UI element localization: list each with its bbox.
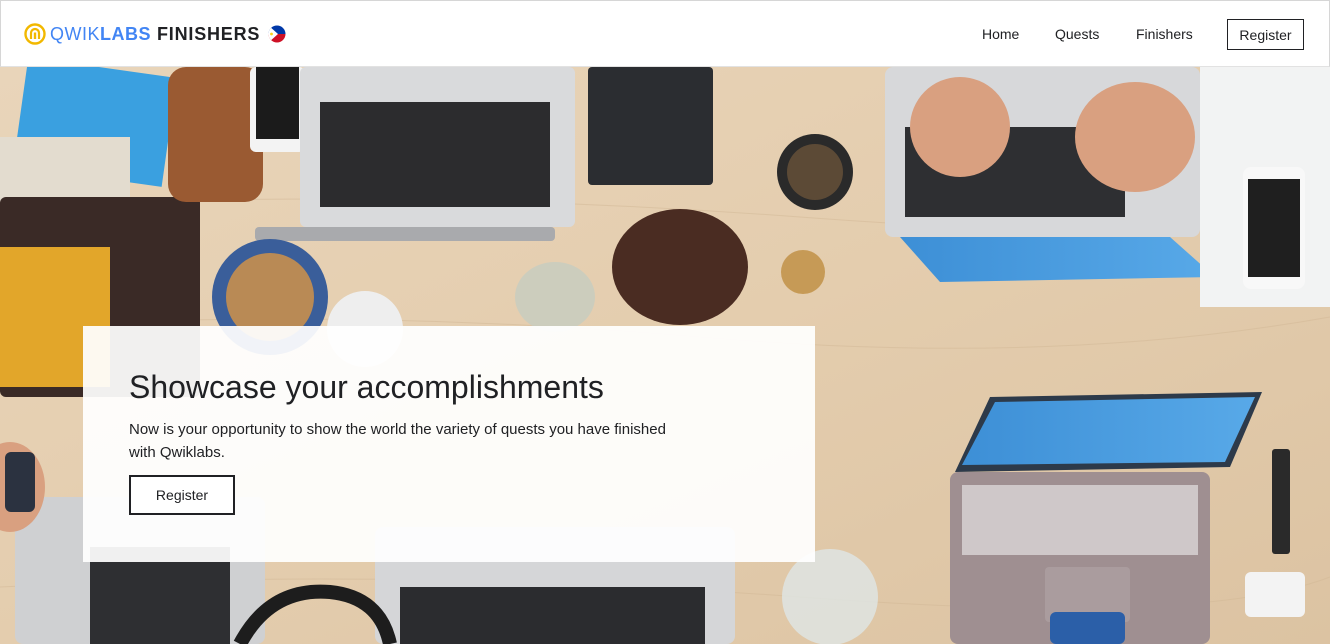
hero-register-button[interactable]: Register [129,475,235,515]
hero-description: Now is your opportunity to show the worl… [129,421,666,461]
top-navbar: QWIK LABS FINISHERS Home Quests Finisher… [0,0,1330,67]
nav-home-link[interactable]: Home [982,26,1019,42]
hero-section: Showcase your accomplishments Now is you… [0,67,1330,644]
hero-title: Showcase your accomplishments [129,369,604,405]
nav-register-button[interactable]: Register [1227,19,1304,50]
main-nav: Home Quests Finishers Register [1,1,1329,68]
hero-card: Showcase your accomplishments Now is you… [83,326,815,562]
nav-finishers-link[interactable]: Finishers [1136,26,1193,42]
nav-quests-link[interactable]: Quests [1055,26,1099,42]
